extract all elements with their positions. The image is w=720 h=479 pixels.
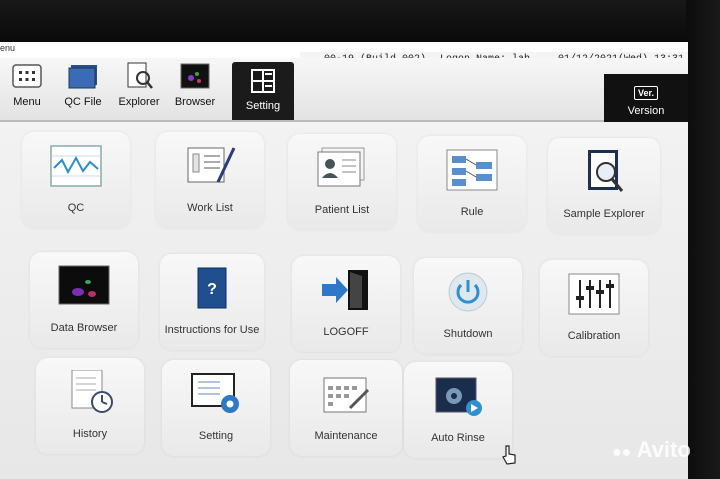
version-badge-icon: Ver. (633, 86, 659, 100)
tile-calibration[interactable]: Calibration (540, 260, 648, 356)
toolbar-qc-file-label: QC File (64, 96, 102, 108)
menu-fragment-text: enu (0, 43, 16, 53)
toolbar-qc-file-button[interactable]: QC File (56, 62, 110, 118)
toolbar-explorer-label: Explorer (118, 96, 160, 108)
setting-gear-icon (190, 372, 242, 416)
menu-grid-icon (11, 62, 43, 90)
tile-history-label: History (72, 428, 108, 440)
calibration-sliders-icon (568, 272, 620, 316)
tile-patient-list[interactable]: Patient List (288, 134, 396, 230)
tile-maintenance[interactable]: Maintenance (290, 360, 402, 456)
tile-work-list-label: Work List (187, 202, 233, 214)
tile-data-browser-label: Data Browser (50, 322, 118, 334)
toolbar-explorer-button[interactable]: Explorer (112, 62, 166, 118)
maintenance-calendar-icon (320, 372, 372, 416)
sample-explorer-icon (578, 150, 630, 194)
tile-auto-rinse[interactable]: Auto Rinse (404, 362, 512, 458)
qc-file-icon (67, 62, 99, 90)
tile-logoff-label: LOGOFF (323, 326, 369, 338)
tile-sample-explorer[interactable]: Sample Explorer (548, 138, 660, 234)
toolbar-setting-tab-active[interactable]: Setting (232, 62, 294, 120)
toolbar-menu-button[interactable]: Menu (0, 62, 54, 118)
hand-cursor-icon (502, 445, 516, 465)
explorer-icon (123, 62, 155, 90)
watermark-avito: ●● Avito (612, 437, 691, 463)
tile-setting[interactable]: Setting (162, 360, 270, 456)
svg-text:?: ? (207, 281, 217, 298)
avito-logo-icon: ●● (612, 444, 632, 461)
tile-work-list[interactable]: Work List (156, 132, 264, 228)
toolbar-menu-label: Menu (13, 96, 41, 108)
setting-icon (250, 68, 276, 94)
tile-maintenance-label: Maintenance (314, 430, 378, 442)
version-label: Version (627, 105, 665, 117)
toolbar-browser-button[interactable]: Browser (168, 62, 222, 118)
data-browser-icon (58, 264, 110, 308)
tile-auto-rinse-label: Auto Rinse (431, 432, 485, 444)
monitor-bezel-top (0, 0, 720, 42)
tile-history[interactable]: History (36, 358, 144, 454)
tile-shutdown-label: Shutdown (443, 328, 493, 340)
tile-data-browser[interactable]: Data Browser (30, 252, 138, 348)
tile-sample-explorer-label: Sample Explorer (563, 208, 645, 220)
tile-rule[interactable]: Rule (418, 136, 526, 232)
tile-rule-label: Rule (460, 206, 484, 218)
monitor-bezel-right (686, 0, 720, 479)
browser-icon (179, 62, 211, 90)
toolbar-browser-label: Browser (174, 96, 216, 108)
history-icon (64, 370, 116, 414)
work-list-icon (184, 144, 236, 188)
tile-instructions-for-use-label: Instructions for Use (164, 324, 260, 336)
tile-qc[interactable]: QC (22, 132, 130, 228)
settings-grid: QC Work List Patient List Rule Sample Ex… (0, 122, 688, 479)
instructions-book-icon: ? (186, 266, 238, 310)
screen: enu 00-19 (Build 002) Logon Name: lab 01… (0, 42, 688, 479)
auto-rinse-icon (432, 374, 484, 418)
qc-chart-icon (50, 144, 102, 188)
tile-shutdown[interactable]: Shutdown (414, 258, 522, 354)
tile-calibration-label: Calibration (567, 330, 621, 342)
tile-setting-label: Setting (198, 430, 234, 442)
tile-logoff[interactable]: LOGOFF (292, 256, 400, 352)
tile-qc-label: QC (67, 202, 85, 214)
rule-icon (446, 148, 498, 192)
avito-watermark-text: Avito (636, 437, 691, 462)
patient-list-icon (316, 146, 368, 190)
tile-patient-list-label: Patient List (314, 204, 370, 216)
tile-instructions-for-use[interactable]: ? Instructions for Use (160, 254, 264, 350)
toolbar: Menu QC File Explorer Browser Setting Ve… (0, 58, 688, 136)
logoff-icon (320, 268, 372, 312)
power-icon (442, 270, 494, 314)
toolbar-setting-label: Setting (245, 100, 281, 112)
